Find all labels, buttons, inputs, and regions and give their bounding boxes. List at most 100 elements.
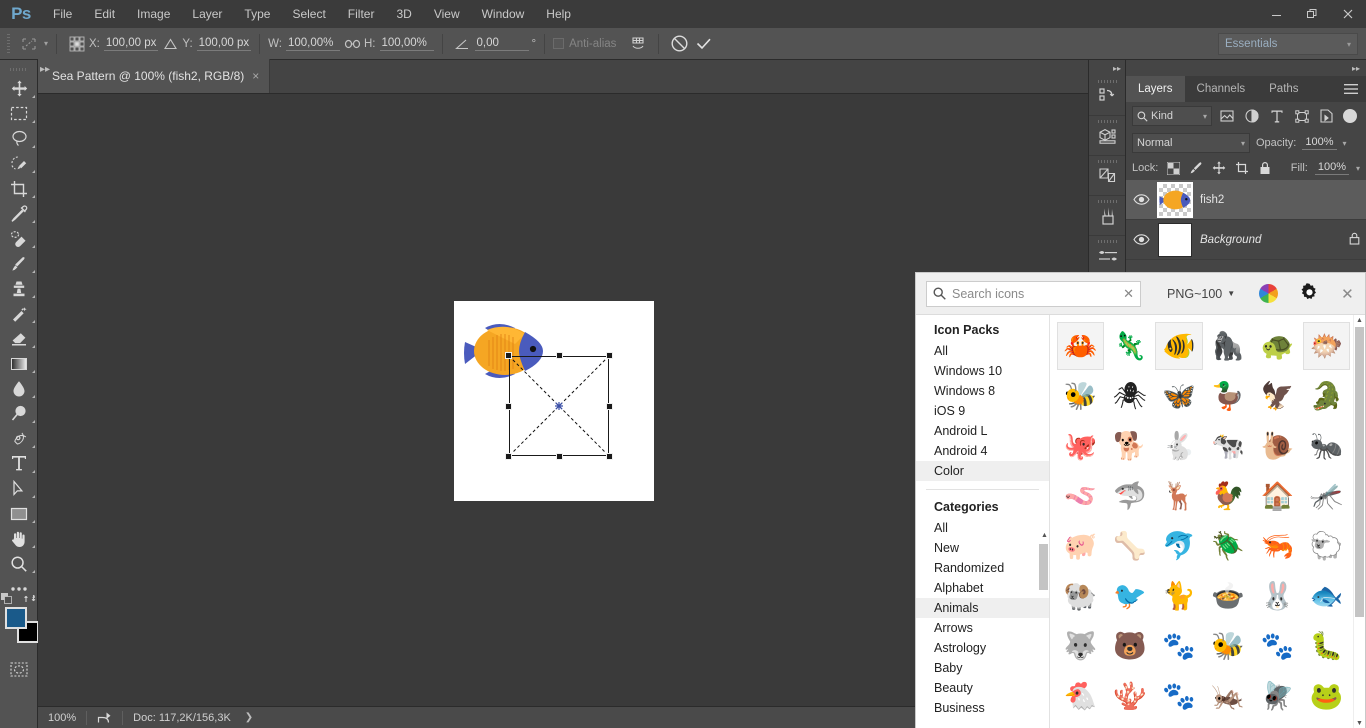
menu-select[interactable]: Select: [281, 0, 336, 28]
brushes-panel-icon[interactable]: [1089, 196, 1126, 236]
paw-icon[interactable]: 🐾: [1155, 672, 1202, 720]
lock-all-icon[interactable]: [1257, 160, 1273, 176]
layer-thumbnail[interactable]: [1158, 183, 1192, 217]
layer-visibility-icon[interactable]: [1132, 194, 1150, 205]
y-input[interactable]: 100,00 px: [197, 37, 252, 51]
lock-artboard-nesting-icon[interactable]: [1234, 160, 1250, 176]
singing-bird-icon[interactable]: 🐦: [1106, 572, 1153, 620]
restore-icon[interactable]: [1294, 0, 1330, 28]
transform-handle-s[interactable]: [556, 453, 563, 460]
format-select[interactable]: PNG~100 ▼: [1167, 287, 1235, 301]
icon-pack-color[interactable]: Color: [916, 461, 1049, 481]
icon-pack-android-4[interactable]: Android 4: [916, 441, 1049, 461]
adjustments-panel-icon[interactable]: [1089, 156, 1126, 196]
leash-icon[interactable]: 🪱: [1057, 472, 1104, 520]
rectangle-tool[interactable]: [0, 501, 38, 526]
history-brush-tool[interactable]: [0, 301, 38, 326]
zoom-level[interactable]: 100%: [38, 712, 86, 724]
icon-pack-ios-9[interactable]: iOS 9: [916, 401, 1049, 421]
rooster-steps-icon[interactable]: 🐔: [1057, 672, 1104, 720]
opacity-input[interactable]: 100%: [1302, 136, 1336, 150]
filter-enable-toggle[interactable]: [1343, 109, 1357, 123]
adjustment-layers-filter-icon[interactable]: [1241, 106, 1262, 126]
blur-tool[interactable]: [0, 376, 38, 401]
menu-file[interactable]: File: [42, 0, 83, 28]
tropical-fish-icon[interactable]: 🐠: [1155, 322, 1202, 370]
running-rabbit-icon[interactable]: 🐰: [1254, 572, 1301, 620]
category-new[interactable]: New: [916, 538, 1049, 558]
commit-transform-icon[interactable]: [691, 33, 715, 55]
x-input[interactable]: 100,00 px: [104, 37, 159, 51]
hand-tool[interactable]: [0, 526, 38, 551]
blend-mode-select[interactable]: Normal ▾: [1132, 133, 1250, 153]
grid-scroll-thumb[interactable]: [1355, 327, 1364, 617]
transform-handle-se[interactable]: [606, 453, 613, 460]
menu-filter[interactable]: Filter: [337, 0, 386, 28]
panel-menu-icon[interactable]: [1336, 76, 1366, 102]
duck-icon[interactable]: 🦆: [1205, 372, 1252, 420]
menu-view[interactable]: View: [423, 0, 471, 28]
category-alphabet[interactable]: Alphabet: [916, 578, 1049, 598]
menu-image[interactable]: Image: [126, 0, 181, 28]
type-layers-filter-icon[interactable]: [1266, 106, 1287, 126]
lock-position-icon[interactable]: [1211, 160, 1227, 176]
cancel-transform-icon[interactable]: [667, 33, 691, 55]
scroll-up-icon[interactable]: ▲: [1354, 315, 1365, 326]
sheep-icon[interactable]: 🐑: [1303, 522, 1350, 570]
document-info[interactable]: Doc: 117,2K/156,3K: [123, 712, 241, 724]
cat-icon[interactable]: 🐈: [1155, 572, 1202, 620]
icon-grid[interactable]: 🦀 🦎 🐠 🦍 🐢 🐡 🐝 🕷 🦋 🦆 🦅 🐊 🐙: [1050, 315, 1365, 728]
pen-tool[interactable]: [0, 426, 38, 451]
close-icon[interactable]: [1330, 0, 1366, 28]
foreground-color-swatch[interactable]: [5, 607, 27, 629]
share-icon[interactable]: [87, 711, 122, 724]
rectangular-marquee-tool[interactable]: [0, 101, 38, 126]
sidebar-scrollbar[interactable]: ▲ ▼: [1039, 530, 1048, 728]
paw-print-icon[interactable]: 🐾: [1254, 622, 1301, 670]
eyedropper-tool[interactable]: [0, 201, 38, 226]
clone-stamp-tool[interactable]: [0, 276, 38, 301]
shark-fin-icon[interactable]: 🦈: [1106, 472, 1153, 520]
layer-thumbnail[interactable]: [1158, 223, 1192, 257]
brush-tool[interactable]: [0, 251, 38, 276]
menu-edit[interactable]: Edit: [83, 0, 126, 28]
menu-type[interactable]: Type: [233, 0, 281, 28]
crab-icon[interactable]: 🦀: [1057, 322, 1104, 370]
table-row[interactable]: fish2: [1126, 180, 1366, 220]
dodge-tool[interactable]: [0, 401, 38, 426]
pixel-layers-filter-icon[interactable]: [1216, 106, 1237, 126]
lock-transparent-pixels-icon[interactable]: [1165, 160, 1181, 176]
ant-icon[interactable]: 🐜: [1303, 422, 1350, 470]
transform-handle-e[interactable]: [606, 403, 613, 410]
tab-paths[interactable]: Paths: [1257, 76, 1310, 102]
layer-visibility-icon[interactable]: [1132, 234, 1150, 245]
filter-kind-select[interactable]: Kind ▾: [1132, 106, 1212, 126]
turtle-icon[interactable]: 🐢: [1254, 322, 1301, 370]
transform-handle-sw[interactable]: [505, 453, 512, 460]
options-bar-grip[interactable]: [0, 28, 16, 60]
shape-layers-filter-icon[interactable]: [1291, 106, 1312, 126]
move-tool[interactable]: [0, 76, 38, 101]
anti-alias-checkbox[interactable]: [553, 38, 564, 49]
fill-input[interactable]: 100%: [1315, 161, 1349, 175]
layer-name[interactable]: fish2: [1200, 194, 1224, 206]
clownfish-icon[interactable]: 🐡: [1303, 322, 1350, 370]
gradient-tool[interactable]: [0, 351, 38, 376]
close-panel-icon[interactable]: ✕: [1341, 285, 1354, 303]
layer-name[interactable]: Background: [1200, 234, 1261, 246]
history-panel-icon[interactable]: [1089, 76, 1126, 116]
category-beauty[interactable]: Beauty: [916, 678, 1049, 698]
type-tool[interactable]: [0, 451, 38, 476]
tab-layers[interactable]: Layers: [1126, 76, 1185, 102]
caterpillar-icon[interactable]: 🐛: [1303, 622, 1350, 670]
dinosaur-icon[interactable]: 🦎: [1106, 322, 1153, 370]
icon-finder-sidebar[interactable]: Icon Packs All Windows 10 Windows 8 iOS …: [916, 315, 1050, 728]
fill-chevron-icon[interactable]: ▾: [1356, 164, 1360, 173]
smart-object-filter-icon[interactable]: [1316, 106, 1337, 126]
ram-icon[interactable]: 🐏: [1057, 572, 1104, 620]
tab-channels[interactable]: Channels: [1185, 76, 1258, 102]
path-selection-tool[interactable]: [0, 476, 38, 501]
color-wheel-icon[interactable]: [1259, 284, 1278, 303]
default-colors-icon[interactable]: [1, 593, 12, 607]
toolbar-grip[interactable]: [0, 62, 37, 76]
